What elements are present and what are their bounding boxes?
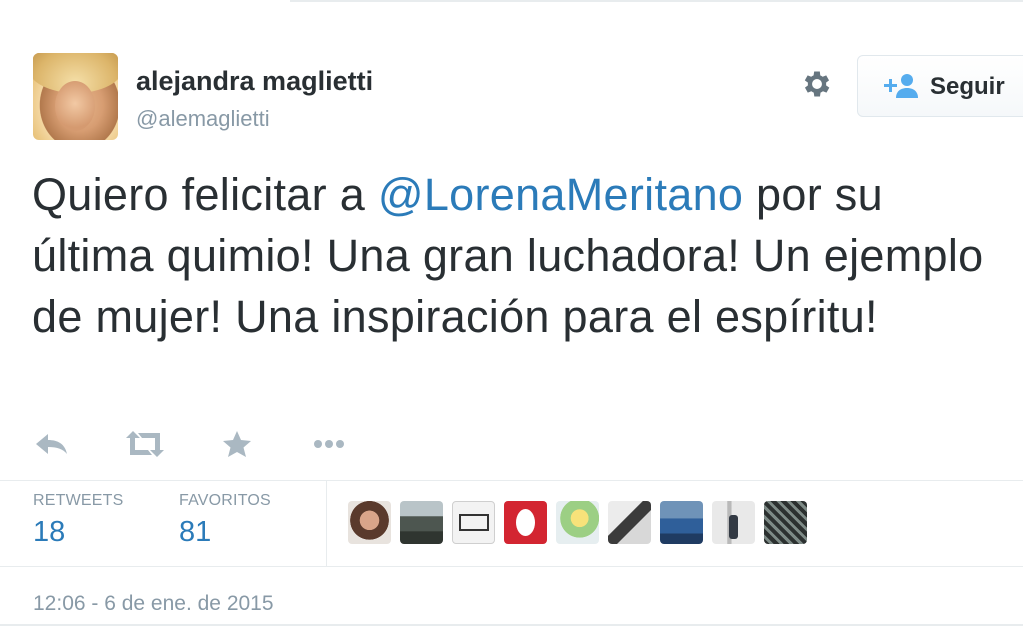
favoriter-avatar[interactable] — [348, 501, 391, 544]
bottom-divider — [0, 624, 1023, 626]
more-dots-icon[interactable] — [310, 428, 350, 460]
author-name[interactable]: alejandra maglietti — [136, 66, 373, 97]
favoriter-avatar[interactable] — [712, 501, 755, 544]
tweet-text-start: Quiero felicitar a — [32, 169, 378, 220]
add-user-icon — [884, 74, 918, 98]
avatar-face — [55, 81, 95, 131]
favoriter-avatar[interactable] — [452, 501, 495, 544]
favoriter-avatar[interactable] — [660, 501, 703, 544]
favoriter-avatar[interactable] — [608, 501, 651, 544]
mention-link[interactable]: @LorenaMeritano — [378, 169, 743, 220]
author-avatar[interactable] — [33, 53, 118, 140]
retweets-label: RETWEETS — [33, 492, 124, 509]
favorites-label: FAVORITOS — [179, 492, 271, 509]
follow-button-label: Seguir — [930, 73, 1005, 100]
gear-icon[interactable] — [800, 67, 834, 101]
retweets-stat[interactable]: RETWEETS 18 — [33, 492, 124, 549]
reply-icon[interactable] — [32, 428, 72, 460]
tweet-timestamp[interactable]: 12:06 - 6 de ene. de 2015 — [33, 592, 274, 616]
top-divider — [290, 0, 1023, 2]
favorites-count: 81 — [179, 516, 212, 548]
favoriter-avatar[interactable] — [556, 501, 599, 544]
retweets-count: 18 — [33, 516, 66, 548]
follow-button[interactable]: Seguir — [857, 55, 1023, 117]
author-handle[interactable]: @alemaglietti — [136, 106, 270, 132]
favoriter-avatar[interactable] — [504, 501, 547, 544]
favorite-star-icon[interactable] — [220, 428, 260, 460]
tweet-text: Quiero felicitar a @LorenaMeritano por s… — [32, 164, 1007, 347]
stats-vertical-divider — [326, 481, 327, 566]
favoriter-avatar[interactable] — [400, 501, 443, 544]
retweet-icon[interactable] — [124, 428, 166, 460]
favoriter-avatar[interactable] — [764, 501, 807, 544]
stats-bottom-divider — [0, 566, 1023, 567]
stats-top-divider — [0, 480, 1023, 481]
tweet-actions — [30, 428, 390, 460]
favorites-stat[interactable]: FAVORITOS 81 — [179, 492, 271, 549]
